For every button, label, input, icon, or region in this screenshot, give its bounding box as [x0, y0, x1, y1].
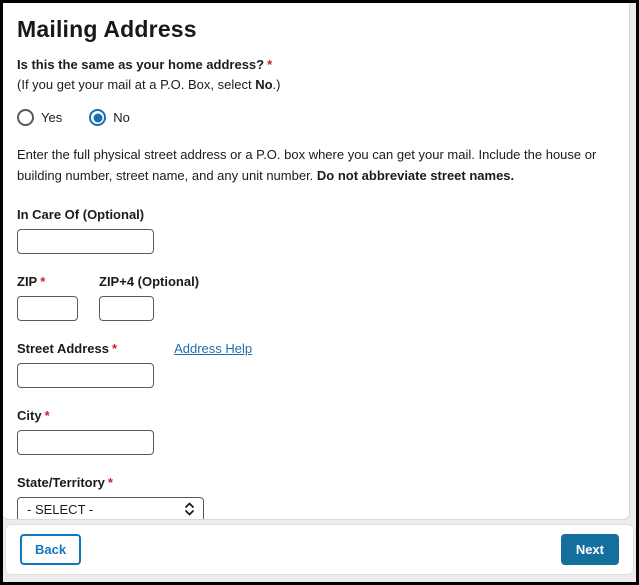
- chevron-up-down-icon: [184, 501, 195, 517]
- field-zip: ZIP*: [17, 274, 78, 321]
- state-territory-selected-value: - SELECT -: [27, 502, 93, 517]
- page-title: Mailing Address: [17, 16, 613, 43]
- field-city: City*: [17, 408, 613, 455]
- radio-label-no: No: [113, 110, 130, 125]
- required-asterisk: *: [40, 274, 45, 289]
- street-address-input[interactable]: [17, 363, 154, 388]
- address-help-link[interactable]: Address Help: [174, 341, 252, 356]
- in-care-of-input[interactable]: [17, 229, 154, 254]
- zip-input[interactable]: [17, 296, 78, 321]
- field-street-address: Street Address* Address Help: [17, 341, 613, 388]
- required-asterisk: *: [108, 475, 113, 490]
- radio-option-yes[interactable]: Yes: [17, 109, 62, 126]
- street-address-label: Street Address*: [17, 341, 117, 356]
- radio-group-same-address: Yes No: [17, 109, 613, 126]
- zip4-label: ZIP+4 (Optional): [99, 274, 199, 289]
- street-address-label-row: Street Address* Address Help: [17, 341, 613, 356]
- required-asterisk: *: [45, 408, 50, 423]
- form-navigation-footer: Back Next: [5, 524, 634, 575]
- state-territory-select[interactable]: - SELECT -: [17, 497, 204, 520]
- required-asterisk: *: [267, 57, 272, 72]
- field-in-care-of: In Care Of (Optional): [17, 207, 613, 254]
- home-address-question: Is this the same as your home address?* …: [17, 57, 613, 126]
- address-instructions: Enter the full physical street address o…: [17, 145, 613, 187]
- state-territory-label: State/Territory*: [17, 475, 613, 490]
- question-label: Is this the same as your home address?*: [17, 57, 613, 72]
- zip-row: ZIP* ZIP+4 (Optional): [17, 274, 613, 321]
- radio-icon-unselected[interactable]: [17, 109, 34, 126]
- city-label: City*: [17, 408, 613, 423]
- in-care-of-label: In Care Of (Optional): [17, 207, 613, 222]
- back-button[interactable]: Back: [20, 534, 81, 565]
- field-state-territory: State/Territory* - SELECT -: [17, 475, 613, 520]
- required-asterisk: *: [112, 341, 117, 356]
- zip-label: ZIP*: [17, 274, 78, 289]
- radio-label-yes: Yes: [41, 110, 62, 125]
- question-hint: (If you get your mail at a P.O. Box, sel…: [17, 77, 613, 92]
- zip4-input[interactable]: [99, 296, 154, 321]
- city-input[interactable]: [17, 430, 154, 455]
- next-button[interactable]: Next: [561, 534, 619, 565]
- radio-option-no[interactable]: No: [89, 109, 130, 126]
- field-zip4: ZIP+4 (Optional): [99, 274, 199, 321]
- mailing-address-form: Mailing Address Is this the same as your…: [3, 3, 630, 520]
- radio-icon-selected[interactable]: [89, 109, 106, 126]
